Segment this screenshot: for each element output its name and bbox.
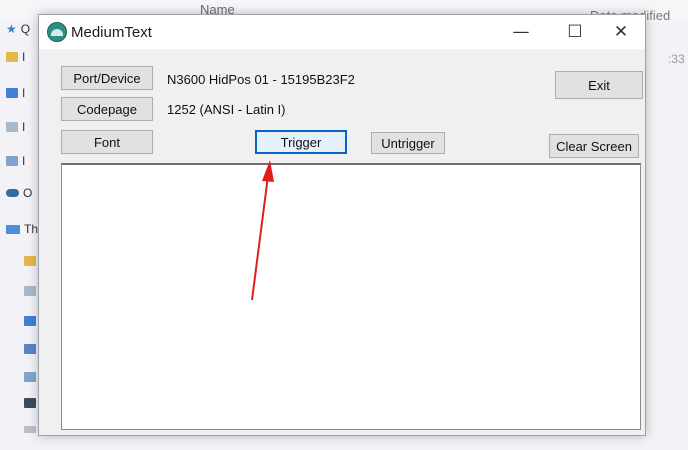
output-screen[interactable] bbox=[61, 163, 641, 430]
nav-quick-access-label: Q bbox=[20, 22, 31, 36]
app-logo-icon bbox=[47, 22, 67, 42]
pictures-icon bbox=[24, 372, 36, 382]
nav-item-label: I bbox=[22, 50, 26, 64]
date-cell-fragment: :33 bbox=[668, 52, 685, 66]
maximize-button[interactable]: ☐ bbox=[553, 19, 597, 45]
nav-item-label: I bbox=[22, 154, 26, 168]
nav-documents-item[interactable]: I bbox=[6, 120, 25, 134]
video-icon bbox=[24, 398, 36, 408]
untrigger-button[interactable]: Untrigger bbox=[371, 132, 445, 154]
close-button[interactable]: ✕ bbox=[599, 19, 643, 45]
device-info-text: N3600 HidPos 01 - 15195B23F2 bbox=[167, 72, 355, 87]
port-device-button[interactable]: Port/Device bbox=[61, 66, 153, 90]
downloads-icon bbox=[24, 316, 36, 326]
mediumtext-window: MediumText — ☐ ✕ Port/Device N3600 HidPo… bbox=[38, 14, 646, 436]
documents-icon bbox=[24, 286, 36, 296]
nav-onedrive-label: O bbox=[23, 186, 33, 200]
exit-button[interactable]: Exit bbox=[555, 71, 643, 99]
nav-item-label: I bbox=[22, 86, 26, 100]
documents-icon bbox=[6, 122, 18, 132]
nav-folder-item[interactable]: I bbox=[6, 50, 25, 64]
window-title: MediumText bbox=[71, 24, 152, 41]
nav-this-pc[interactable]: Th bbox=[6, 222, 38, 236]
nav-quick-access[interactable]: ★ Q bbox=[6, 22, 30, 36]
title-bar[interactable]: MediumText — ☐ ✕ bbox=[39, 15, 645, 49]
pictures-icon bbox=[6, 156, 18, 166]
codepage-button[interactable]: Codepage bbox=[61, 97, 153, 121]
nav-pictures-item[interactable]: I bbox=[6, 154, 25, 168]
folder-icon bbox=[6, 52, 18, 62]
nav-item-label: I bbox=[22, 120, 26, 134]
trigger-button[interactable]: Trigger bbox=[255, 130, 347, 154]
drive-icon bbox=[24, 425, 36, 433]
minimize-button[interactable]: — bbox=[499, 19, 543, 45]
clear-screen-button[interactable]: Clear Screen bbox=[549, 134, 639, 158]
nav-downloads-item[interactable]: I bbox=[6, 86, 25, 100]
downloads-icon bbox=[6, 88, 18, 98]
folder-icon bbox=[24, 256, 36, 266]
codepage-info-text: 1252 (ANSI - Latin I) bbox=[167, 102, 286, 117]
nav-this-pc-label: Th bbox=[24, 222, 39, 236]
nav-onedrive[interactable]: O bbox=[6, 186, 32, 200]
font-button[interactable]: Font bbox=[61, 130, 153, 154]
music-icon bbox=[24, 344, 36, 354]
computer-icon bbox=[6, 224, 20, 234]
star-icon: ★ bbox=[6, 22, 17, 36]
cloud-icon bbox=[6, 189, 19, 197]
